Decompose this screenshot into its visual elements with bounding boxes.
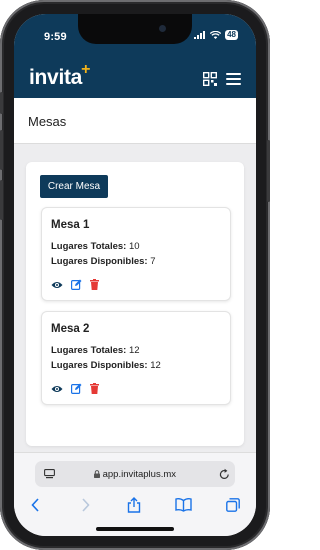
power-button	[267, 140, 270, 202]
qr-code-icon[interactable]	[203, 72, 217, 86]
app-logo[interactable]: invita+	[29, 61, 90, 90]
table-title: Mesa 2	[51, 323, 90, 335]
back-chevron-icon[interactable]	[31, 498, 39, 512]
create-table-button[interactable]: Crear Mesa	[40, 175, 108, 198]
browser-nav-buttons	[14, 497, 256, 516]
forward-chevron-icon[interactable]	[82, 498, 90, 512]
notch	[78, 14, 192, 44]
battery-indicator: 48	[225, 30, 238, 40]
status-bar: 9:59 48	[14, 14, 256, 54]
view-eye-icon[interactable]	[51, 384, 63, 394]
signal-icon	[194, 31, 206, 39]
screen: 9:59 48 invita+ Mesas Crear Mesa Mesa 1 …	[14, 14, 256, 536]
status-time: 9:59	[44, 31, 67, 43]
delete-trash-icon[interactable]	[90, 279, 99, 290]
edit-icon[interactable]	[71, 279, 82, 290]
volume-down-button	[0, 180, 3, 220]
available-seats-row: Lugares Disponibles: 12	[51, 360, 161, 371]
available-seats-row: Lugares Disponibles: 7	[51, 256, 156, 267]
url-text[interactable]: app.invitaplus.mx	[35, 469, 235, 480]
table-card-2: Mesa 2 Lugares Totales: 12 Lugares Dispo…	[41, 311, 231, 405]
mute-switch	[0, 92, 3, 114]
top-navbar: invita+	[14, 54, 256, 98]
camera-icon	[159, 25, 166, 32]
delete-trash-icon[interactable]	[90, 383, 99, 394]
status-icons: 48	[194, 30, 238, 40]
total-seats-row: Lugares Totales: 10	[51, 241, 140, 252]
hamburger-menu-icon[interactable]	[226, 73, 241, 85]
page-title: Mesas	[28, 114, 67, 129]
table-actions	[51, 279, 99, 290]
home-indicator[interactable]	[96, 527, 174, 531]
table-card-1: Mesa 1 Lugares Totales: 10 Lugares Dispo…	[41, 207, 231, 301]
tabs-icon[interactable]	[226, 498, 240, 512]
share-icon[interactable]	[127, 497, 141, 513]
address-bar[interactable]: app.invitaplus.mx	[35, 461, 235, 487]
wifi-icon	[210, 31, 222, 39]
bookmarks-book-icon[interactable]	[175, 498, 192, 512]
table-actions	[51, 383, 99, 394]
volume-up-button	[0, 130, 3, 170]
table-title: Mesa 1	[51, 219, 90, 231]
browser-toolbar: app.invitaplus.mx	[14, 452, 256, 536]
page-header: Mesas	[14, 98, 256, 144]
edit-icon[interactable]	[71, 383, 82, 394]
lock-icon	[93, 470, 100, 478]
view-eye-icon[interactable]	[51, 280, 63, 290]
reload-icon[interactable]	[219, 468, 230, 480]
total-seats-row: Lugares Totales: 12	[51, 345, 140, 356]
